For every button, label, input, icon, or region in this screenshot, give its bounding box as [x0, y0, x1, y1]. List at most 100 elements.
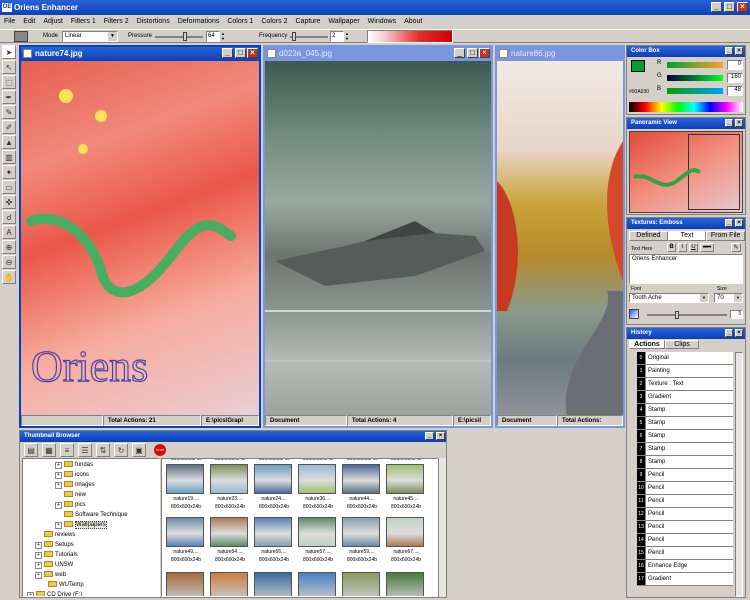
chevron-down-icon[interactable]: ▼: [700, 294, 708, 302]
menu-filters-1[interactable]: Filters 1: [67, 15, 100, 29]
pressure-slider[interactable]: [155, 32, 203, 41]
history-item[interactable]: 12 Pencil: [637, 508, 733, 521]
menu-adjust[interactable]: Adjust: [39, 15, 66, 29]
menu-windows[interactable]: Windows: [364, 15, 400, 29]
close-button[interactable]: ×: [479, 48, 490, 58]
minimize-button[interactable]: _: [454, 48, 465, 58]
chevron-down-icon[interactable]: ▼: [108, 32, 117, 41]
frequency-spin[interactable]: ▲ ▼: [345, 31, 352, 42]
document-canvas[interactable]: [497, 61, 623, 415]
pencil-icon[interactable]: ✎: [2, 105, 16, 119]
history-item[interactable]: 17 Gradient: [637, 573, 733, 586]
menu-edit[interactable]: Edit: [19, 15, 39, 29]
folder-icon[interactable]: ▤: [24, 443, 38, 457]
r-value[interactable]: 0: [727, 60, 743, 70]
expand-icon[interactable]: +: [27, 592, 34, 596]
thumbnail-image[interactable]: [210, 464, 248, 494]
texture-text-input[interactable]: Oriens Enhancer: [629, 254, 743, 284]
sort-icon[interactable]: ⇅: [96, 443, 110, 457]
tab-from-file[interactable]: From File: [706, 231, 746, 241]
tab-text[interactable]: Text: [667, 231, 707, 241]
brush-icon[interactable]: ✐: [2, 120, 16, 134]
foreground-color-swatch[interactable]: [631, 60, 645, 72]
history-item[interactable]: 15 Pencil: [637, 547, 733, 560]
zoom-in-icon[interactable]: ⊕: [2, 240, 16, 254]
maximize-button[interactable]: □: [724, 2, 735, 12]
folder-item[interactable]: + Images: [23, 480, 159, 490]
tab-actions[interactable]: Actions: [629, 340, 665, 349]
texture-color-swatch[interactable]: [629, 309, 639, 319]
folder-item[interactable]: + UNSW: [23, 560, 159, 570]
menu-distortions[interactable]: Distortions: [133, 15, 174, 29]
thumbnail-image[interactable]: [254, 517, 292, 547]
menu-file[interactable]: File: [0, 15, 19, 29]
minimize-button[interactable]: _: [711, 2, 722, 12]
bold-button[interactable]: B: [667, 243, 676, 252]
thumbnail-image[interactable]: [386, 464, 424, 494]
history-item[interactable]: 4 Stamp: [637, 404, 733, 417]
minimize-button[interactable]: _: [725, 219, 733, 227]
history-item[interactable]: 3 Gradient: [637, 391, 733, 404]
bucket-icon[interactable]: ▲: [2, 135, 16, 149]
expand-icon[interactable]: +: [55, 462, 62, 469]
close-button[interactable]: ×: [735, 329, 743, 337]
history-item[interactable]: 9 Pencil: [637, 469, 733, 482]
refresh-icon[interactable]: ↻: [114, 443, 128, 457]
thumbnail-image[interactable]: [298, 517, 336, 547]
expand-icon[interactable]: +: [55, 472, 62, 479]
thumbnail-image[interactable]: [254, 464, 292, 494]
stamp-icon[interactable]: ✦: [2, 165, 16, 179]
grid-view-icon[interactable]: ▣: [132, 443, 146, 457]
document-canvas[interactable]: [265, 61, 491, 415]
folder-item[interactable]: Software Technique: [23, 510, 159, 520]
menu-wallpaper[interactable]: Wallpaper: [324, 15, 363, 29]
history-item[interactable]: 6 Stamp: [637, 430, 733, 443]
underline-button[interactable]: U: [689, 243, 698, 252]
folder-item[interactable]: + icons: [23, 470, 159, 480]
folder-item[interactable]: + Setups: [23, 540, 159, 550]
folder-item[interactable]: + fundas: [23, 460, 159, 470]
thumbnail-image[interactable]: [386, 572, 424, 596]
folder-item[interactable]: + web: [23, 570, 159, 580]
tab-defined[interactable]: Defined: [629, 231, 668, 241]
history-item[interactable]: 16 Enhance Edge: [637, 560, 733, 573]
font-select[interactable]: Tooth Ache ▼: [629, 293, 709, 303]
menu-about[interactable]: About: [400, 15, 426, 29]
size-select[interactable]: 70 ▼: [714, 293, 743, 303]
history-item[interactable]: 1 Painting: [637, 365, 733, 378]
thumbnail-image[interactable]: [254, 572, 292, 596]
pressure-spin[interactable]: ▲ ▼: [221, 31, 228, 42]
history-item[interactable]: 5 Stamp: [637, 417, 733, 430]
menu-deformations[interactable]: Deformations: [174, 15, 224, 29]
pressure-value[interactable]: 64: [206, 31, 220, 42]
frequency-value[interactable]: 2: [330, 31, 344, 42]
thumbnail-image[interactable]: [298, 464, 336, 494]
folder-item[interactable]: + pics: [23, 500, 159, 510]
gradient-preview[interactable]: [367, 30, 453, 43]
thumbnail-image[interactable]: [298, 572, 336, 596]
opacity-slider[interactable]: [647, 311, 727, 319]
marquee-icon[interactable]: ⬚: [2, 75, 16, 89]
expand-icon[interactable]: +: [55, 502, 62, 509]
thumbnail-image[interactable]: [210, 517, 248, 547]
minimize-button[interactable]: _: [425, 432, 434, 440]
menu-capture[interactable]: Capture: [292, 15, 325, 29]
folder-item[interactable]: + Tutorials: [23, 550, 159, 560]
text-icon[interactable]: A: [2, 225, 16, 239]
b-value[interactable]: 48: [727, 86, 743, 96]
g-slider[interactable]: [667, 75, 723, 81]
pointer-icon[interactable]: ➤: [2, 45, 16, 59]
thumbnail-image[interactable]: [166, 464, 204, 494]
close-button[interactable]: ×: [737, 2, 748, 12]
stop-icon[interactable]: STOP: [154, 444, 166, 456]
chevron-down-icon[interactable]: ▼: [734, 294, 742, 302]
thumbnail-image[interactable]: [342, 572, 380, 596]
expand-icon[interactable]: +: [35, 562, 42, 569]
zoom-out-icon[interactable]: ⊖: [2, 255, 16, 269]
menu-filters-2[interactable]: Filters 2: [100, 15, 133, 29]
save-icon[interactable]: ▦: [42, 443, 56, 457]
menu-colors-1[interactable]: Colors 1: [223, 15, 257, 29]
clone-icon[interactable]: ✜: [2, 195, 16, 209]
expand-icon[interactable]: +: [35, 542, 42, 549]
menu-colors-2[interactable]: Colors 2: [257, 15, 291, 29]
